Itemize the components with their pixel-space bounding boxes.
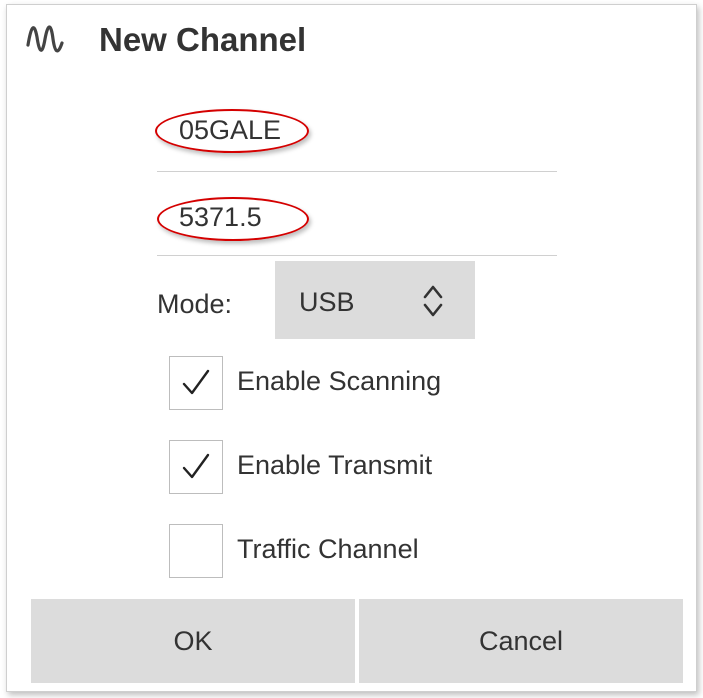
traffic-channel-label: Traffic Channel bbox=[237, 534, 419, 564]
channel-name-underline bbox=[157, 169, 557, 172]
dialog-title: New Channel bbox=[99, 21, 307, 58]
traffic-channel-checkbox[interactable] bbox=[169, 524, 223, 578]
updown-chevron-icon bbox=[423, 285, 443, 317]
checkmark-icon bbox=[182, 369, 210, 395]
cancel-button[interactable]: Cancel bbox=[359, 599, 683, 683]
checkmark-icon bbox=[182, 453, 210, 479]
channel-name-field[interactable]: 05GALE bbox=[179, 115, 281, 146]
frequency-underline bbox=[157, 253, 557, 256]
enable-transmit-label: Enable Transmit bbox=[237, 450, 433, 480]
mode-select[interactable]: USB bbox=[275, 261, 475, 339]
new-channel-dialog: New Channel 05GALE 5371.5 Mode: USB Enab… bbox=[6, 4, 697, 692]
mode-label: Mode: bbox=[157, 289, 233, 319]
enable-scanning-checkbox[interactable] bbox=[169, 356, 223, 410]
frequency-field[interactable]: 5371.5 bbox=[179, 202, 262, 233]
enable-scanning-label: Enable Scanning bbox=[237, 366, 442, 396]
enable-transmit-checkbox[interactable] bbox=[169, 440, 223, 494]
mode-value: USB bbox=[299, 287, 355, 317]
ok-button[interactable]: OK bbox=[31, 599, 355, 683]
sine-wave-icon bbox=[26, 25, 64, 53]
